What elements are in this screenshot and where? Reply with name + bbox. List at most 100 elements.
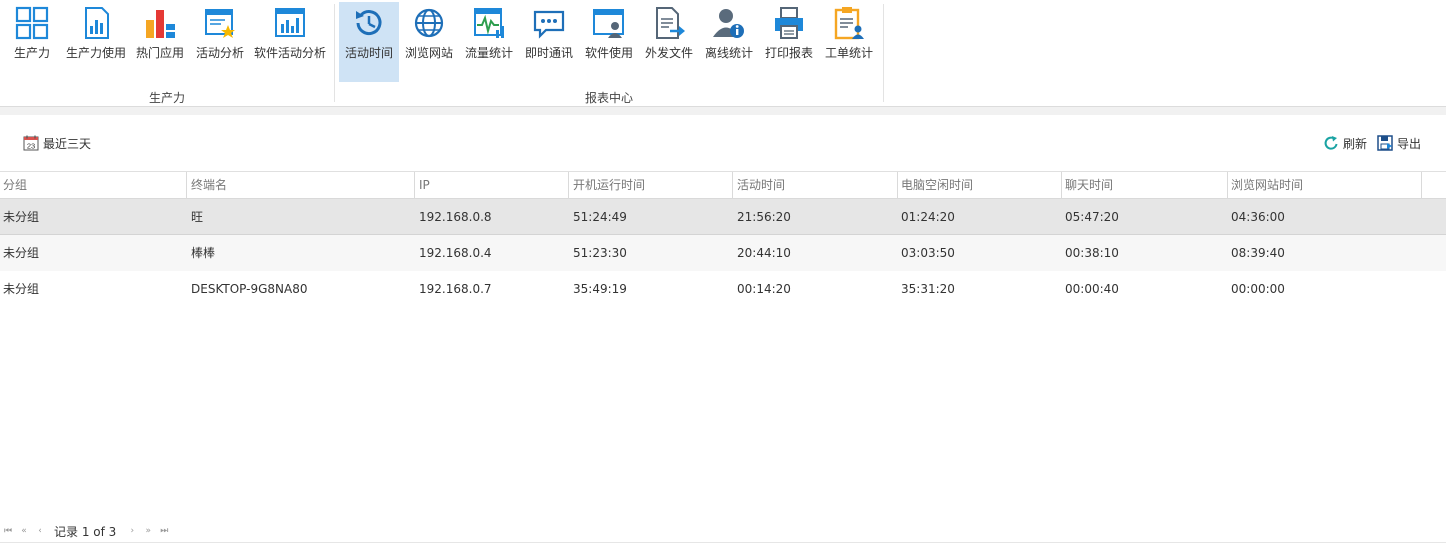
prev-block-button[interactable]: « [16, 526, 32, 536]
offline-stats-button[interactable]: 离线统计 [699, 2, 759, 82]
outgoing-files-button[interactable]: 外发文件 [639, 2, 699, 82]
user-info-icon [713, 9, 744, 38]
print-report-label: 打印报表 [764, 46, 813, 60]
grid-header: 分组 终端名 IP 开机运行时间 活动时间 电脑空闲时间 聊天时间 浏览网站时间 [0, 171, 1446, 199]
activity-analysis-label: 活动分析 [195, 46, 244, 60]
clipboard-user-icon [834, 7, 864, 40]
cell-group: 未分组 [3, 210, 40, 224]
column-header-browse-time[interactable]: 浏览网站时间 [1228, 172, 1422, 199]
print-report-button[interactable]: 打印报表 [759, 2, 819, 82]
popular-apps-button[interactable]: 热门应用 [132, 2, 188, 82]
productivity-usage-label: 生产力使用 [65, 46, 126, 60]
ribbon: 生产力 生产力使用 热门应用 活动分析 软件活动分析 生产力 活动时间 浏览网站… [0, 0, 1446, 107]
cell-terminal: 棒棒 [191, 246, 216, 260]
software-usage-label: 软件使用 [584, 46, 633, 60]
ticket-stats-button[interactable]: 工单统计 [819, 2, 879, 82]
app-blocks-icon [146, 10, 175, 38]
prev-page-button[interactable]: ‹ [32, 526, 48, 536]
popular-apps-label: 热门应用 [135, 46, 184, 60]
export-button[interactable]: 导出 [1377, 134, 1421, 152]
calendar-day-text: 23 [27, 142, 35, 151]
outgoing-files-label: 外发文件 [644, 46, 693, 60]
productivity-button[interactable]: 生产力 [4, 2, 60, 82]
table-row[interactable]: 未分组 旺 192.168.0.8 51:24:49 21:56:20 01:2… [0, 199, 1446, 235]
cell-active-time: 00:14:20 [737, 282, 791, 296]
column-header-ip[interactable]: IP [416, 172, 569, 199]
column-header-group[interactable]: 分组 [0, 172, 187, 199]
productivity-usage-button[interactable]: 生产力使用 [64, 2, 128, 82]
activity-time-button[interactable]: 活动时间 [339, 2, 399, 82]
save-export-icon [1377, 135, 1393, 151]
column-header-active-time[interactable]: 活动时间 [734, 172, 898, 199]
cell-group: 未分组 [3, 282, 40, 296]
table-row[interactable]: 未分组 棒棒 192.168.0.4 51:23:30 20:44:10 03:… [0, 235, 1446, 271]
next-block-button[interactable]: » [140, 526, 156, 536]
cell-ip: 192.168.0.8 [419, 210, 492, 224]
date-range-label: 最近三天 [43, 136, 92, 151]
software-activity-analysis-button[interactable]: 软件活动分析 [252, 2, 328, 82]
cell-ip: 192.168.0.4 [419, 246, 492, 260]
browse-websites-label: 浏览网站 [404, 46, 453, 60]
productivity-button-label: 生产力 [13, 46, 50, 60]
refresh-button[interactable]: 刷新 [1323, 134, 1367, 152]
instant-messaging-label: 即时通讯 [524, 46, 573, 60]
traffic-stats-label: 流量统计 [464, 46, 513, 60]
cell-uptime: 51:23:30 [573, 246, 627, 260]
ticket-stats-label: 工单统计 [824, 46, 873, 60]
cell-idle-time: 35:31:20 [901, 282, 955, 296]
column-header-chat-time[interactable]: 聊天时间 [1062, 172, 1228, 199]
column-header-uptime[interactable]: 开机运行时间 [570, 172, 733, 199]
refresh-label: 刷新 [1343, 136, 1368, 151]
printer-icon [775, 7, 803, 39]
ribbon-bottom-strip [0, 107, 1446, 115]
activity-analysis-button[interactable]: 活动分析 [192, 2, 248, 82]
cell-chat-time: 05:47:20 [1065, 210, 1119, 224]
export-label: 导出 [1397, 136, 1422, 151]
cell-terminal: 旺 [191, 210, 204, 224]
ribbon-group-report-center-label: 报表中心 [584, 91, 633, 105]
ribbon-group-productivity: 生产力 生产力使用 热门应用 活动分析 软件活动分析 生产力 [0, 0, 334, 106]
cell-idle-time: 01:24:20 [901, 210, 955, 224]
cell-chat-time: 00:38:10 [1065, 246, 1119, 260]
traffic-stats-button[interactable]: 流量统计 [459, 2, 519, 82]
window-user-icon [593, 9, 624, 38]
ribbon-group-report-center: 活动时间 浏览网站 流量统计 即时通讯 软件使用 外发文件 离线统计 打印报表 … [336, 0, 882, 106]
data-grid: 分组 终端名 IP 开机运行时间 活动时间 电脑空闲时间 聊天时间 浏览网站时间… [0, 171, 1446, 307]
cell-idle-time: 03:03:50 [901, 246, 955, 260]
file-send-icon [656, 7, 685, 39]
footer-divider [0, 542, 1446, 543]
window-chart-icon [275, 8, 305, 37]
ribbon-group-productivity-label: 生产力 [148, 91, 185, 105]
table-row[interactable]: 未分组 DESKTOP-9G8NA80 192.168.0.7 35:49:19… [0, 271, 1446, 307]
refresh-icon [1324, 136, 1338, 150]
cell-chat-time: 00:00:40 [1065, 282, 1119, 296]
column-header-idle-time[interactable]: 电脑空闲时间 [898, 172, 1062, 199]
browse-websites-button[interactable]: 浏览网站 [399, 2, 459, 82]
cell-ip: 192.168.0.7 [419, 282, 492, 296]
instant-messaging-button[interactable]: 即时通讯 [519, 2, 579, 82]
chat-bubble-icon [533, 10, 565, 39]
bar-report-icon [85, 7, 109, 39]
software-usage-button[interactable]: 软件使用 [579, 2, 639, 82]
record-counter: 记录 1 of 3 [54, 524, 117, 539]
activity-time-label: 活动时间 [344, 46, 393, 60]
cell-browse-time: 00:00:00 [1231, 282, 1285, 296]
cell-browse-time: 08:39:40 [1231, 246, 1285, 260]
cell-uptime: 35:49:19 [573, 282, 627, 296]
pager: ⏮ « ‹ 记录 1 of 3 › » ⏭ [0, 520, 1446, 542]
date-range-button[interactable]: 23 最近三天 [23, 134, 91, 152]
globe-icon [414, 8, 444, 38]
last-page-button[interactable]: ⏭ [156, 526, 172, 536]
clock-icon [356, 10, 382, 36]
cell-active-time: 20:44:10 [737, 246, 791, 260]
first-page-button[interactable]: ⏮ [0, 526, 16, 536]
ribbon-group-divider [334, 4, 335, 102]
star-window-icon [205, 9, 235, 38]
software-activity-analysis-label: 软件活动分析 [253, 46, 326, 60]
next-page-button[interactable]: › [124, 526, 140, 536]
cell-active-time: 21:56:20 [737, 210, 791, 224]
toolbar: 23 最近三天 刷新 导出 [0, 115, 1446, 171]
column-header-terminal[interactable]: 终端名 [188, 172, 415, 199]
cell-browse-time: 04:36:00 [1231, 210, 1285, 224]
cell-uptime: 51:24:49 [573, 210, 627, 224]
